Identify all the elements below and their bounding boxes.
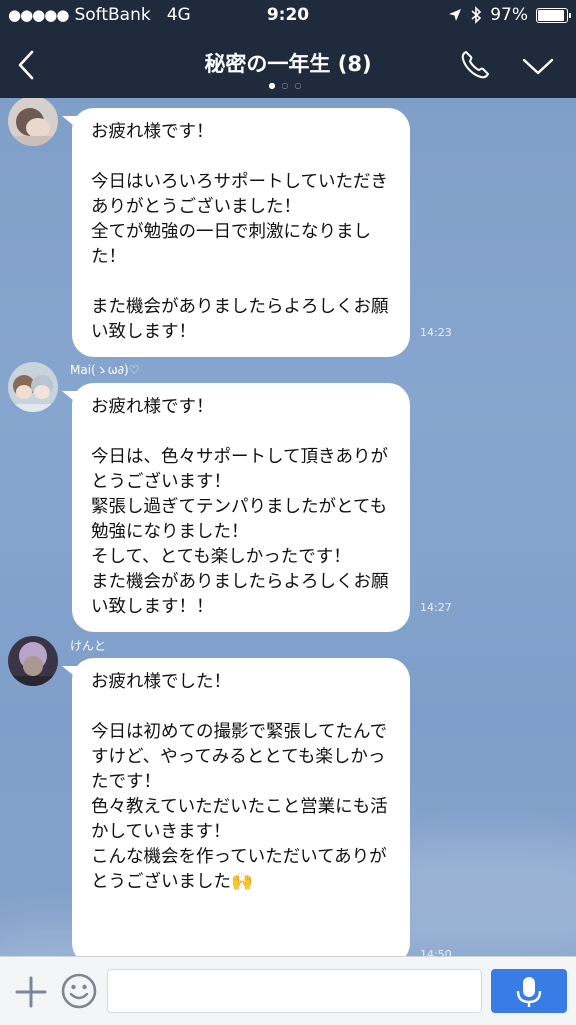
message-time: 14:50	[420, 948, 452, 956]
message-bubble[interactable]: お疲れ様でした！ 今日は初めての撮影で緊張してたんですけど、やってみるととても楽…	[72, 658, 410, 956]
battery-icon	[536, 7, 571, 23]
page-indicator: ●○○	[0, 81, 576, 90]
page-dot: ○	[294, 81, 308, 90]
status-right: 97%	[448, 5, 571, 25]
avatar[interactable]	[8, 636, 58, 686]
avatar[interactable]	[8, 362, 58, 412]
message-bubble[interactable]: お疲れ様です！ 今日はいろいろサポートしていただきありがとうございました！ 全て…	[72, 108, 410, 357]
location-arrow-icon	[449, 9, 462, 21]
page-dot: ○	[281, 81, 295, 90]
sender-name: Mai(ゝω∂)♡	[70, 363, 140, 377]
avatar[interactable]	[8, 98, 58, 146]
phone-icon[interactable]	[458, 48, 492, 82]
chat-header: 秘密の一年生 (8) ●○○	[0, 32, 576, 98]
microphone-button[interactable]	[491, 969, 567, 1013]
message-input[interactable]	[107, 969, 482, 1013]
chevron-down-icon[interactable]	[520, 50, 556, 82]
page-dot: ●	[268, 81, 282, 90]
message-time: 14:23	[420, 326, 452, 339]
microphone-icon	[516, 977, 542, 1007]
bluetooth-icon	[471, 6, 482, 24]
input-bar	[0, 956, 576, 1025]
battery-percent: 97%	[490, 5, 528, 25]
smiley-icon[interactable]	[60, 972, 98, 1010]
chat-area[interactable]: お疲れ様です！ 今日はいろいろサポートしていただきありがとうございました！ 全て…	[0, 98, 576, 956]
plus-icon[interactable]	[14, 975, 48, 1009]
message-time: 14:27	[420, 601, 452, 614]
sender-name: けんと	[70, 639, 107, 653]
status-bar: ●●●●● SoftBank 4G 9:20 97%	[0, 0, 576, 32]
message-bubble[interactable]: お疲れ様です！ 今日は、色々サポートして頂きありがとうございます！ 緊張し過ぎて…	[72, 383, 410, 632]
